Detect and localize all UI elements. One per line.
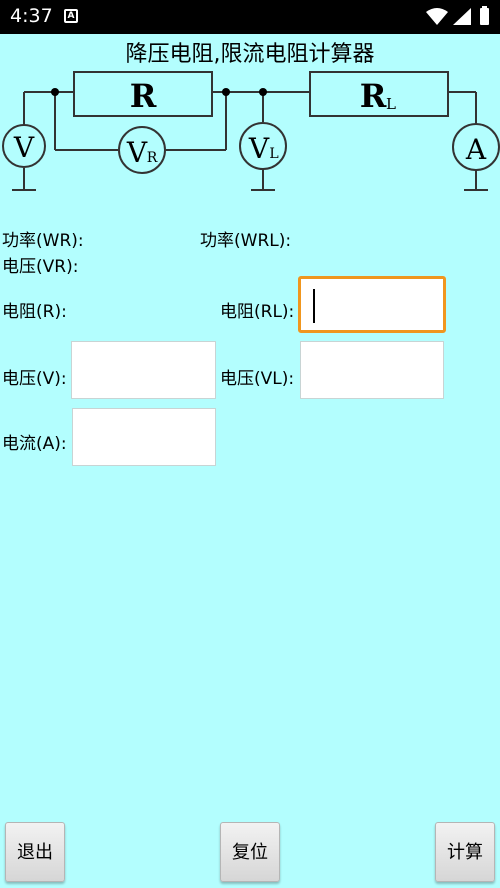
voltage-vl-label: 电压(VL): xyxy=(220,369,295,389)
calculate-button[interactable]: 计算 xyxy=(435,822,495,882)
current-a-input[interactable] xyxy=(72,408,216,466)
status-bar: 4:37 A xyxy=(0,0,500,34)
resistance-r-label: 电阻(R): xyxy=(2,302,67,322)
battery-icon xyxy=(480,6,489,25)
voltage-vl-input[interactable] xyxy=(300,341,444,399)
resistor-rl-sub: L xyxy=(386,95,396,113)
text-cursor xyxy=(313,289,315,323)
voltage-v-input[interactable] xyxy=(71,341,216,399)
wifi-icon xyxy=(426,8,448,25)
power-wrl-label: 功率(WRL): xyxy=(200,231,292,251)
meter-a-label: A xyxy=(465,133,487,166)
meter-vr-sub: R xyxy=(147,150,158,166)
meter-vl-label: V xyxy=(248,132,270,165)
current-a-label: 电流(A): xyxy=(2,434,67,454)
signal-icon xyxy=(453,8,471,25)
voltage-v-label: 电压(V): xyxy=(2,369,67,389)
app-notification-icon: A xyxy=(64,9,78,23)
resistance-rl-label: 电阻(RL): xyxy=(220,302,295,322)
circuit-diagram: R R L V V R V L A xyxy=(2,71,500,191)
voltage-vr-label: 电压(VR): xyxy=(2,257,79,277)
reset-button[interactable]: 复位 xyxy=(220,822,280,882)
resistor-rl-label: R xyxy=(360,77,387,115)
resistor-r-label: R xyxy=(130,77,157,115)
meter-vl-sub: L xyxy=(269,146,278,162)
exit-button[interactable]: 退出 xyxy=(5,822,65,882)
power-wr-label: 功率(WR): xyxy=(2,231,84,251)
resistance-rl-input[interactable] xyxy=(298,276,446,333)
meter-v-label: V xyxy=(13,131,35,164)
meter-vr-label: V xyxy=(126,136,148,169)
status-time: 4:37 xyxy=(10,5,53,27)
